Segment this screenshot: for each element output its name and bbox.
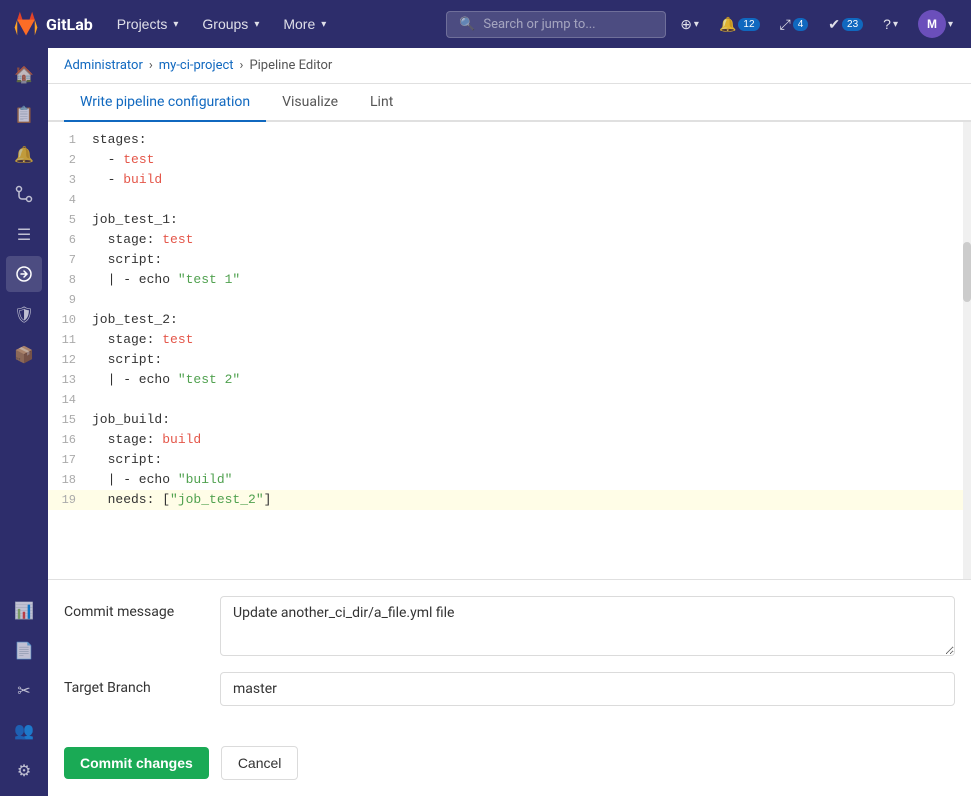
help-button[interactable]: ? ▾ bbox=[877, 12, 904, 36]
code-line-19: 19 needs: ["job_test_2"] bbox=[48, 490, 971, 510]
more-chevron: ▾ bbox=[321, 19, 326, 30]
user-menu[interactable]: M ▾ bbox=[912, 6, 959, 42]
todos-button[interactable]: ✔ 23 bbox=[822, 12, 869, 37]
sidebar-item-home[interactable]: 🏠 bbox=[6, 56, 42, 92]
code-line-17: 17 script: bbox=[48, 450, 971, 470]
sidebar-item-todo[interactable]: ☰ bbox=[6, 216, 42, 252]
breadcrumb-project[interactable]: my-ci-project bbox=[159, 58, 234, 73]
commit-message-label: Commit message bbox=[64, 596, 204, 620]
projects-menu[interactable]: Projects ▾ bbox=[109, 12, 187, 36]
breadcrumb-sep-1: › bbox=[149, 58, 153, 73]
code-line-8: 8 | - echo "test 1" bbox=[48, 270, 971, 290]
scrollbar-thumb[interactable] bbox=[963, 242, 971, 302]
code-line-16: 16 stage: build bbox=[48, 430, 971, 450]
code-line-2: 2 - test bbox=[48, 150, 971, 170]
code-line-6: 6 stage: test bbox=[48, 230, 971, 250]
top-navigation: GitLab Projects ▾ Groups ▾ More ▾ 🔍 Sear… bbox=[0, 0, 971, 48]
tab-write[interactable]: Write pipeline configuration bbox=[64, 84, 266, 122]
sidebar-item-merge-requests[interactable] bbox=[6, 176, 42, 212]
code-line-3: 3 - build bbox=[48, 170, 971, 190]
merge-requests-button[interactable]: ⤢ 4 bbox=[774, 12, 815, 37]
logo-text: GitLab bbox=[46, 15, 93, 34]
code-line-15: 15 job_build: bbox=[48, 410, 971, 430]
code-line-4: 4 bbox=[48, 190, 971, 210]
code-line-18: 18 | - echo "build" bbox=[48, 470, 971, 490]
code-editor-area[interactable]: 1 stages: 2 - test 3 - build 4 bbox=[48, 122, 971, 580]
search-bar[interactable]: 🔍 Search or jump to... bbox=[446, 11, 666, 38]
code-line-14: 14 bbox=[48, 390, 971, 410]
merge-requests-badge: 4 bbox=[793, 18, 809, 31]
commit-message-input[interactable]: Update another_ci_dir/a_file.yml file bbox=[220, 596, 955, 656]
commit-message-group: Commit message Update another_ci_dir/a_f… bbox=[64, 596, 955, 656]
target-branch-group: Target Branch bbox=[64, 672, 955, 706]
breadcrumb-admin[interactable]: Administrator bbox=[64, 58, 143, 73]
code-line-5: 5 job_test_1: bbox=[48, 210, 971, 230]
sidebar-item-pipeline[interactable] bbox=[6, 256, 42, 292]
avatar: M bbox=[918, 10, 946, 38]
code-line-11: 11 stage: test bbox=[48, 330, 971, 350]
tab-visualize[interactable]: Visualize bbox=[266, 84, 354, 122]
code-line-13: 13 | - echo "test 2" bbox=[48, 370, 971, 390]
main-content: Administrator › my-ci-project › Pipeline… bbox=[48, 48, 971, 796]
code-line-10: 10 job_test_2: bbox=[48, 310, 971, 330]
code-line-12: 12 script: bbox=[48, 350, 971, 370]
merge-icon: ⤢ bbox=[780, 16, 791, 33]
projects-chevron: ▾ bbox=[173, 19, 178, 30]
sidebar-item-snippets[interactable]: ✂ bbox=[6, 672, 42, 708]
notifications-badge: 12 bbox=[738, 18, 759, 31]
sidebar-item-issues[interactable]: 🔔 bbox=[6, 136, 42, 172]
more-menu[interactable]: More ▾ bbox=[275, 12, 334, 36]
breadcrumb: Administrator › my-ci-project › Pipeline… bbox=[48, 48, 971, 84]
gitlab-logo[interactable]: GitLab bbox=[12, 10, 93, 38]
user-chevron: ▾ bbox=[948, 19, 953, 30]
target-branch-input[interactable] bbox=[220, 672, 955, 706]
left-sidebar: 🏠 📋 🔔 ☰ 🛡 📦 📊 📄 ✂ 👥 ⚙ bbox=[0, 48, 48, 796]
sidebar-item-security[interactable]: 🛡 bbox=[6, 296, 42, 332]
sidebar-item-wiki[interactable]: 📄 bbox=[6, 632, 42, 668]
target-branch-label: Target Branch bbox=[64, 672, 204, 696]
sidebar-item-activity[interactable]: 📋 bbox=[6, 96, 42, 132]
action-row: Commit changes Cancel bbox=[48, 738, 971, 796]
groups-menu[interactable]: Groups ▾ bbox=[194, 12, 267, 36]
breadcrumb-sep-2: › bbox=[240, 58, 244, 73]
search-icon: 🔍 bbox=[459, 17, 475, 32]
sidebar-item-analytics[interactable]: 📊 bbox=[6, 592, 42, 628]
code-editor[interactable]: 1 stages: 2 - test 3 - build 4 bbox=[48, 122, 971, 518]
breadcrumb-current: Pipeline Editor bbox=[249, 58, 332, 73]
todos-badge: 23 bbox=[842, 18, 863, 31]
tab-lint[interactable]: Lint bbox=[354, 84, 409, 122]
bell-icon: 🔔 bbox=[719, 16, 736, 33]
code-line-1: 1 stages: bbox=[48, 130, 971, 150]
sidebar-item-deploy[interactable]: 📦 bbox=[6, 336, 42, 372]
plus-chevron: ▾ bbox=[694, 19, 699, 30]
editor-scrollbar[interactable] bbox=[963, 122, 971, 579]
help-icon: ? bbox=[883, 16, 891, 32]
notifications-button[interactable]: 🔔 12 bbox=[713, 12, 766, 37]
cancel-button[interactable]: Cancel bbox=[221, 746, 299, 780]
plus-icon: ⊕ bbox=[680, 16, 692, 33]
help-chevron: ▾ bbox=[893, 19, 898, 30]
editor-tabs: Write pipeline configuration Visualize L… bbox=[48, 84, 971, 122]
sidebar-item-members[interactable]: 👥 bbox=[6, 712, 42, 748]
groups-chevron: ▾ bbox=[254, 19, 259, 30]
sidebar-item-settings[interactable]: ⚙ bbox=[6, 752, 42, 788]
commit-form: Commit message Update another_ci_dir/a_f… bbox=[48, 580, 971, 738]
new-item-button[interactable]: ⊕ ▾ bbox=[674, 12, 705, 37]
check-icon: ✔ bbox=[828, 16, 840, 33]
commit-changes-button[interactable]: Commit changes bbox=[64, 747, 209, 779]
code-line-7: 7 script: bbox=[48, 250, 971, 270]
code-line-9: 9 bbox=[48, 290, 971, 310]
